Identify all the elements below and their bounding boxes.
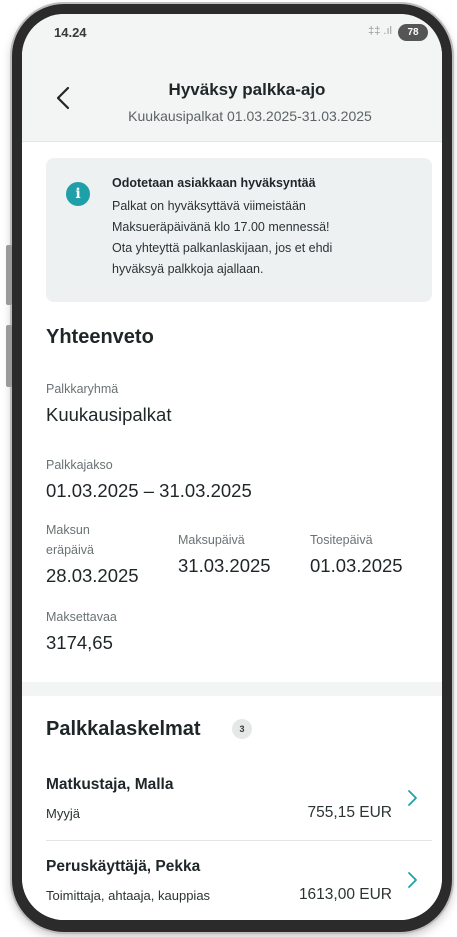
approval-notice: i Odotetaan asiakkaan hyväksyntää Palkat… (46, 158, 432, 302)
pay-date-value: 31.03.2025 (178, 555, 271, 576)
chevron-right-icon (408, 790, 417, 806)
due-date-label-line2: eräpäivä (46, 543, 94, 557)
group-value: Kuukausipalkat (46, 404, 172, 425)
payable-label: Maksettavaa (46, 610, 117, 624)
page-title: Hyväksy palkka-ajo (168, 80, 326, 99)
payslips-title: Palkkalaskelmat (46, 718, 201, 740)
period-value: 01.03.2025 – 31.03.2025 (46, 480, 252, 501)
voucher-date-label: Tositepäivä (310, 533, 373, 547)
pay-date-label: Maksupäivä (178, 533, 245, 547)
employee-role: Myyjä (46, 806, 80, 821)
employee-name: Peruskäyttäjä, Pekka (46, 858, 201, 875)
signal-icon: ‡‡ .ıl (368, 25, 392, 37)
payslip-amount: 1613,00 EUR (298, 886, 392, 903)
notice-title: Odotetaan asiakkaan hyväksyntää (112, 176, 316, 190)
page-content: i Odotetaan asiakkaan hyväksyntää Palkat… (22, 142, 442, 920)
payslip-row[interactable]: Matkustaja, Malla Myyjä 755,15 EUR (22, 760, 442, 842)
page-header: Hyväksy palkka-ajo Kuukausipalkat 01.03.… (22, 50, 442, 142)
notice-line: hyväksyä palkkoja ajallaan. (112, 262, 264, 276)
volume-button (6, 245, 12, 305)
payslip-amount: 755,15 EUR (307, 804, 392, 821)
status-time: 14.24 (54, 25, 87, 40)
voucher-date-value: 01.03.2025 (310, 555, 403, 576)
notice-line: Ota yhteyttä palkanlaskijaan, jos et ehd… (112, 241, 333, 255)
payslips-count-badge: 3 (232, 719, 252, 739)
status-bar: 14.24 ‡‡ .ıl 78 (22, 14, 442, 50)
chevron-right-icon (408, 872, 417, 888)
notice-line: Maksueräpäivänä klo 17.00 mennessä! (112, 220, 330, 234)
due-date-label-line1: Maksun (46, 523, 90, 537)
employee-name: Matkustaja, Malla (46, 776, 174, 793)
payslip-row[interactable]: Peruskäyttäjä, Pekka Toimittaja, ahtaaja… (22, 842, 442, 920)
payable-value: 3174,65 (46, 632, 113, 653)
summary-title: Yhteenveto (46, 326, 154, 348)
employee-role: Toimittaja, ahtaaja, kauppias (46, 888, 211, 903)
period-label: Palkkajakso (46, 458, 113, 472)
power-button (6, 325, 12, 387)
due-date-value: 28.03.2025 (46, 565, 139, 586)
group-label: Palkkaryhmä (46, 382, 119, 396)
battery-icon: 78 (398, 24, 428, 41)
page-subtitle: Kuukausipalkat 01.03.2025-31.03.2025 (128, 108, 372, 124)
notice-line: Palkat on hyväksyttävä viimeistään (112, 199, 306, 213)
section-divider (22, 682, 442, 696)
notice-body: Palkat on hyväksyttävä viimeistään Maksu… (112, 196, 422, 280)
app-screen: 14.24 ‡‡ .ıl 78 Hyväksy palkka-ajo Kuuka… (22, 14, 442, 920)
row-divider (46, 840, 432, 841)
info-icon: i (66, 182, 90, 206)
